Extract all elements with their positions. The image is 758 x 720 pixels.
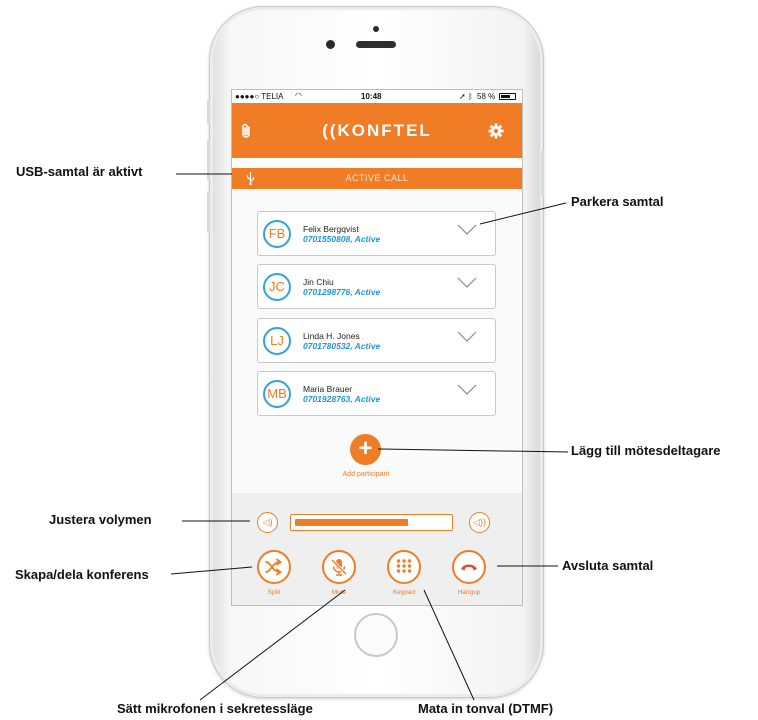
annotation-dtmf: Mata in tonval (DTMF) bbox=[418, 701, 554, 716]
annotation-hangup: Avsluta samtal bbox=[562, 558, 654, 573]
annotation-add-participant: Lägg till mötesdeltagare bbox=[571, 443, 721, 458]
annotation-usb-active: USB-samtal är aktivt bbox=[16, 164, 143, 179]
annotation-mute-mic: Sätt mikrofonen i sekretessläge bbox=[117, 701, 313, 716]
annotation-split-conference: Skapa/dela konferens bbox=[15, 567, 149, 582]
annotation-leader-lines bbox=[170, 173, 569, 701]
annotation-adjust-volume: Justera volymen bbox=[49, 512, 152, 527]
annotation-park-call: Parkera samtal bbox=[571, 194, 664, 209]
